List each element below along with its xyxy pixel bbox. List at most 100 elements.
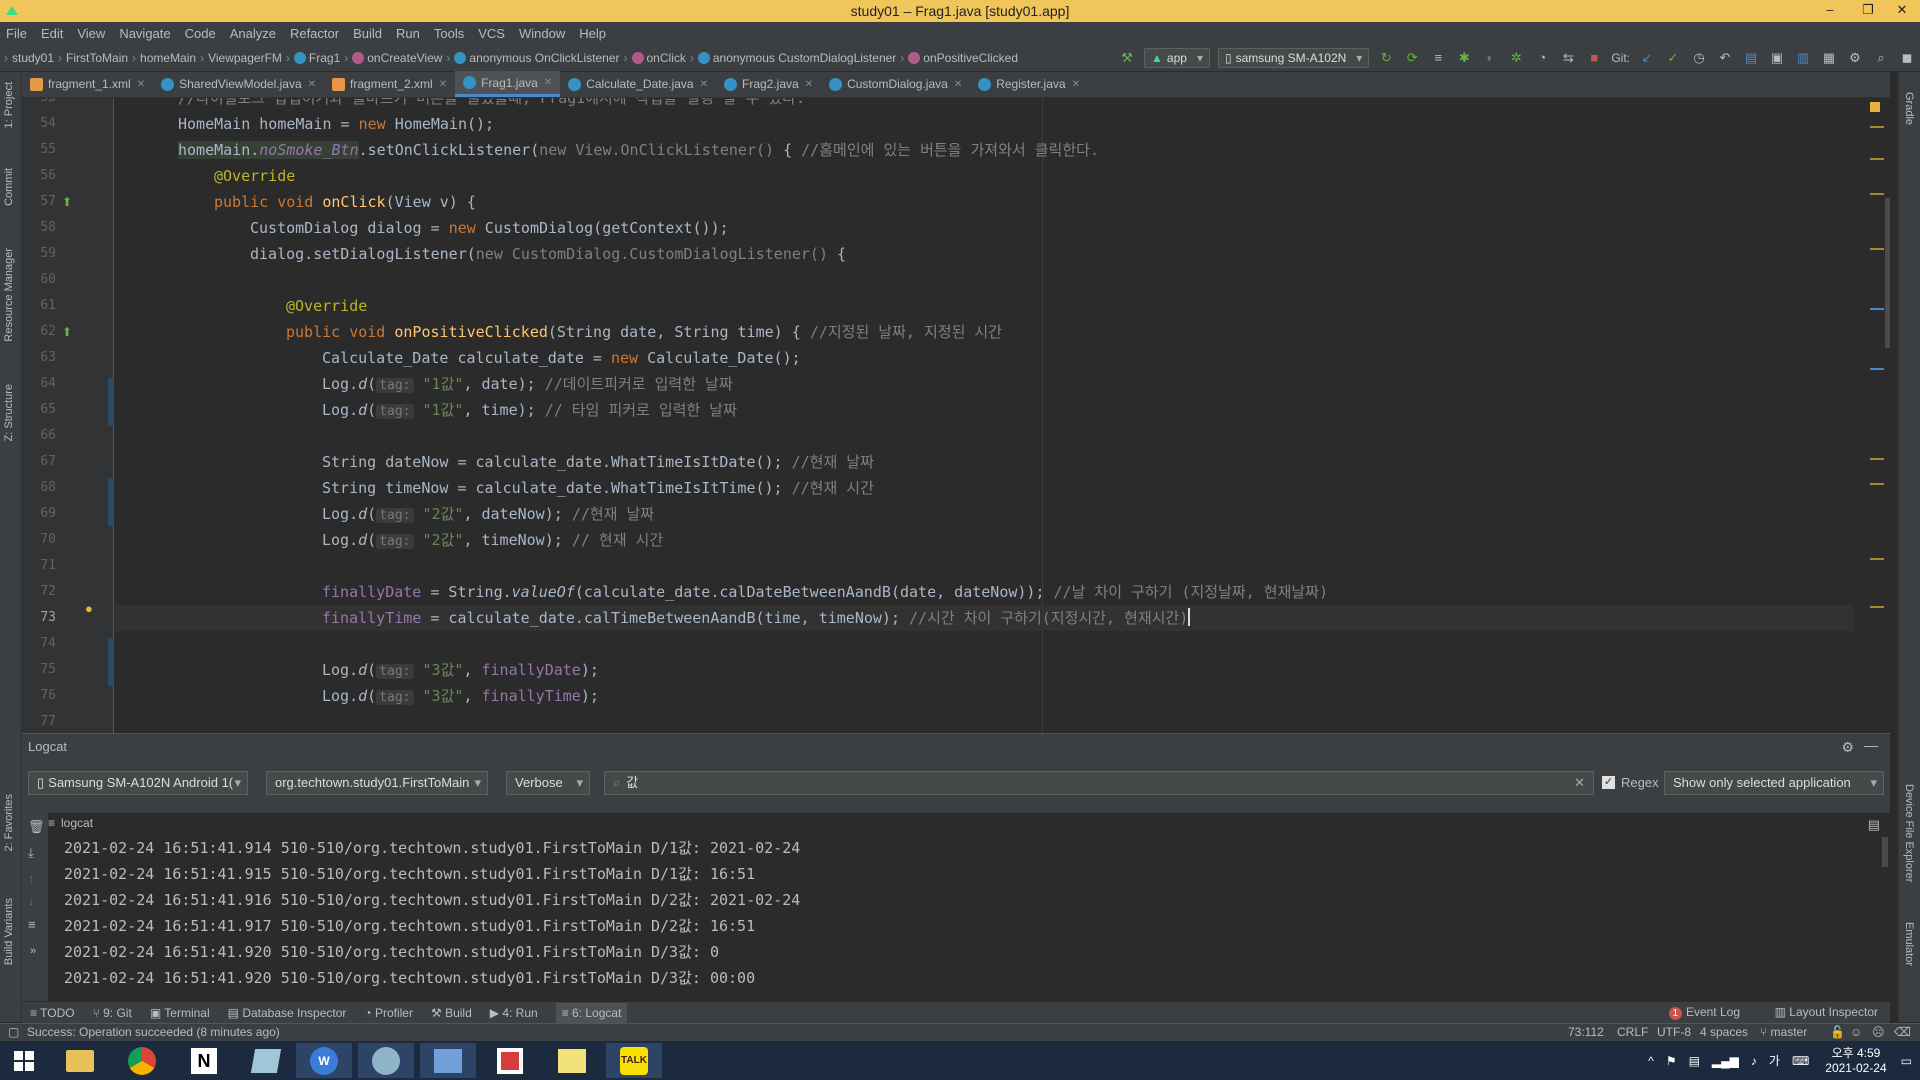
- logcat-process-select[interactable]: org.techtown.study01.FirstToMain ▾: [266, 771, 488, 795]
- change-stripe-mark[interactable]: [1870, 368, 1884, 370]
- stop-icon[interactable]: ■: [1586, 50, 1602, 66]
- sdk-manager-icon[interactable]: ▣: [1769, 50, 1785, 66]
- close-icon[interactable]: ✕: [805, 79, 813, 90]
- warning-stripe-mark[interactable]: [1870, 483, 1884, 485]
- flag-icon[interactable]: ⚑: [1666, 1054, 1677, 1068]
- logcat-output[interactable]: ≡ logcat ▤ 2021-02-24 16:51:41.914 510-51…: [48, 813, 1890, 1001]
- git-update-icon[interactable]: ↙: [1639, 50, 1655, 66]
- breadcrumb-method[interactable]: onPositiveClicked: [923, 51, 1018, 65]
- restore-button[interactable]: ❐: [1856, 2, 1880, 20]
- taskbar-android-studio[interactable]: [358, 1043, 414, 1078]
- logcat-device-select[interactable]: ▯ Samsung SM-A102N Android 1(▾: [28, 771, 248, 795]
- tab-fragment-1-xml[interactable]: fragment_1.xml ✕: [22, 71, 153, 97]
- tab-frag2[interactable]: Frag2.java ✕: [716, 71, 821, 97]
- expand-icon[interactable]: »: [30, 945, 36, 957]
- taskbar-kakaotalk[interactable]: TALK: [606, 1043, 662, 1078]
- arrow-down-icon[interactable]: ↓: [28, 893, 35, 908]
- clear-search-icon[interactable]: ✕: [1574, 772, 1585, 794]
- breadcrumb-class[interactable]: Frag1: [309, 51, 340, 65]
- regex-checkbox[interactable]: ✓ Regex: [1602, 775, 1659, 790]
- override-marker-icon[interactable]: ⬆: [62, 195, 72, 209]
- warning-stripe-mark[interactable]: [1870, 158, 1884, 160]
- error-stripe[interactable]: [1854, 98, 1890, 733]
- git-branch[interactable]: ⑂ master: [1760, 1024, 1807, 1041]
- tool-build-variants[interactable]: Build Variants: [3, 898, 15, 965]
- indent-setting[interactable]: 4 spaces: [1700, 1024, 1748, 1041]
- close-icon[interactable]: ✕: [544, 77, 552, 88]
- status-message[interactable]: Success: Operation succeeded (8 minutes …: [27, 1024, 280, 1041]
- attach-debugger-icon[interactable]: ✲: [1508, 50, 1524, 66]
- history-icon[interactable]: ◷: [1691, 50, 1707, 66]
- tool-project[interactable]: 1: Project: [3, 82, 15, 128]
- warning-icon[interactable]: [1870, 102, 1880, 112]
- taskbar-notion[interactable]: N: [176, 1043, 232, 1078]
- close-icon[interactable]: ✕: [1072, 79, 1080, 90]
- project-structure-icon[interactable]: ▤: [1743, 50, 1759, 66]
- tool-resource-manager[interactable]: Resource Manager: [3, 248, 15, 342]
- trash-icon[interactable]: ⌫: [1894, 1024, 1911, 1041]
- breadcrumb-class[interactable]: anonymous OnClickListener: [469, 51, 619, 65]
- breadcrumb-class[interactable]: anonymous CustomDialogListener: [713, 51, 896, 65]
- lock-icon[interactable]: 🔓: [1830, 1024, 1845, 1041]
- arrow-up-icon[interactable]: ↑: [28, 871, 35, 886]
- tab-event-log[interactable]: 1 Event Log: [1668, 1005, 1740, 1020]
- taskbar-file-explorer[interactable]: [52, 1043, 108, 1078]
- menu-window[interactable]: Window: [519, 26, 565, 41]
- override-marker-icon[interactable]: ⬆: [62, 325, 72, 339]
- status-panel-icon[interactable]: ▢: [8, 1024, 19, 1041]
- list-icon[interactable]: ≡: [1430, 50, 1446, 66]
- apply-code-changes-icon[interactable]: ⟳: [1404, 50, 1420, 66]
- taskbar-app[interactable]: [238, 1043, 294, 1078]
- signal-icon[interactable]: ▂▄▆: [1712, 1054, 1739, 1068]
- close-icon[interactable]: ✕: [439, 79, 447, 90]
- warning-stripe-mark[interactable]: [1870, 193, 1884, 195]
- code-editor[interactable]: 53 54 55 56 57 58 59 60 61 62 63 64 65 6…: [22, 98, 1890, 733]
- close-window-button[interactable]: ✕: [1890, 2, 1914, 20]
- tool-favorites[interactable]: 2: Favorites: [3, 794, 15, 851]
- breadcrumb-package[interactable]: ViewpagerFM: [208, 51, 282, 65]
- menu-file[interactable]: File: [6, 26, 27, 41]
- menu-analyze[interactable]: Analyze: [230, 26, 276, 41]
- tab-register[interactable]: Register.java ✕: [970, 71, 1088, 97]
- chevron-up-icon[interactable]: ^: [1648, 1054, 1654, 1068]
- soft-wrap-icon[interactable]: ≡: [28, 917, 36, 932]
- volume-icon[interactable]: ♪: [1751, 1054, 1757, 1068]
- settings-icon[interactable]: ⚙: [1841, 739, 1854, 756]
- run-config-select[interactable]: ▲ app ▾: [1144, 48, 1210, 68]
- trash-icon[interactable]: 🗑: [28, 819, 45, 835]
- menu-refactor[interactable]: Refactor: [290, 26, 339, 41]
- tab-fragment-2-xml[interactable]: fragment_2.xml ✕: [324, 71, 455, 97]
- warning-stripe-mark[interactable]: [1870, 248, 1884, 250]
- menu-view[interactable]: View: [77, 26, 105, 41]
- tab-layout-inspector[interactable]: ▥ Layout Inspector: [1775, 1005, 1878, 1019]
- line-separator[interactable]: CRLF: [1617, 1024, 1648, 1041]
- keyboard-icon[interactable]: ⌨: [1792, 1054, 1809, 1068]
- breadcrumb-package[interactable]: FirstToMain: [66, 51, 128, 65]
- breadcrumb-method[interactable]: onCreateView: [367, 51, 442, 65]
- tab-frag1[interactable]: Frag1.java ✕: [455, 71, 561, 97]
- cursor-position[interactable]: 73:112: [1568, 1024, 1604, 1041]
- change-stripe-mark[interactable]: [1870, 308, 1884, 310]
- taskbar-sticky-notes[interactable]: [544, 1043, 600, 1078]
- breadcrumb-project[interactable]: study01: [12, 51, 54, 65]
- profile-icon[interactable]: ◐: [1482, 50, 1498, 66]
- scroll-to-end-icon[interactable]: ⤓: [28, 845, 34, 861]
- warning-stripe-mark[interactable]: [1870, 126, 1884, 128]
- taskbar-app[interactable]: [420, 1043, 476, 1078]
- tab-sharedviewmodel[interactable]: SharedViewModel.java ✕: [153, 71, 324, 97]
- tab-todo[interactable]: ≡ TODO: [30, 1006, 75, 1020]
- debug-icon[interactable]: ✱: [1456, 50, 1472, 66]
- warning-stripe-mark[interactable]: [1870, 458, 1884, 460]
- warning-stripe-mark[interactable]: [1870, 606, 1884, 608]
- menu-navigate[interactable]: Navigate: [119, 26, 170, 41]
- tab-profiler[interactable]: ◔ Profiler: [364, 1006, 413, 1020]
- close-icon[interactable]: ✕: [700, 79, 708, 90]
- menu-help[interactable]: Help: [579, 26, 606, 41]
- code-area[interactable]: //다이얼로그 팝업이거와 올바르기 버튼을 눌렀을때, Frag1에서에 작업…: [114, 98, 1854, 733]
- lightbulb-icon[interactable]: ●: [85, 601, 93, 616]
- menu-tools[interactable]: Tools: [434, 26, 464, 41]
- logcat-scrollbar[interactable]: [1882, 837, 1888, 867]
- avd-manager-icon[interactable]: ▥: [1795, 50, 1811, 66]
- tab-calculate-date[interactable]: Calculate_Date.java ✕: [560, 71, 716, 97]
- logcat-level-select[interactable]: Verbose ▾: [506, 771, 590, 795]
